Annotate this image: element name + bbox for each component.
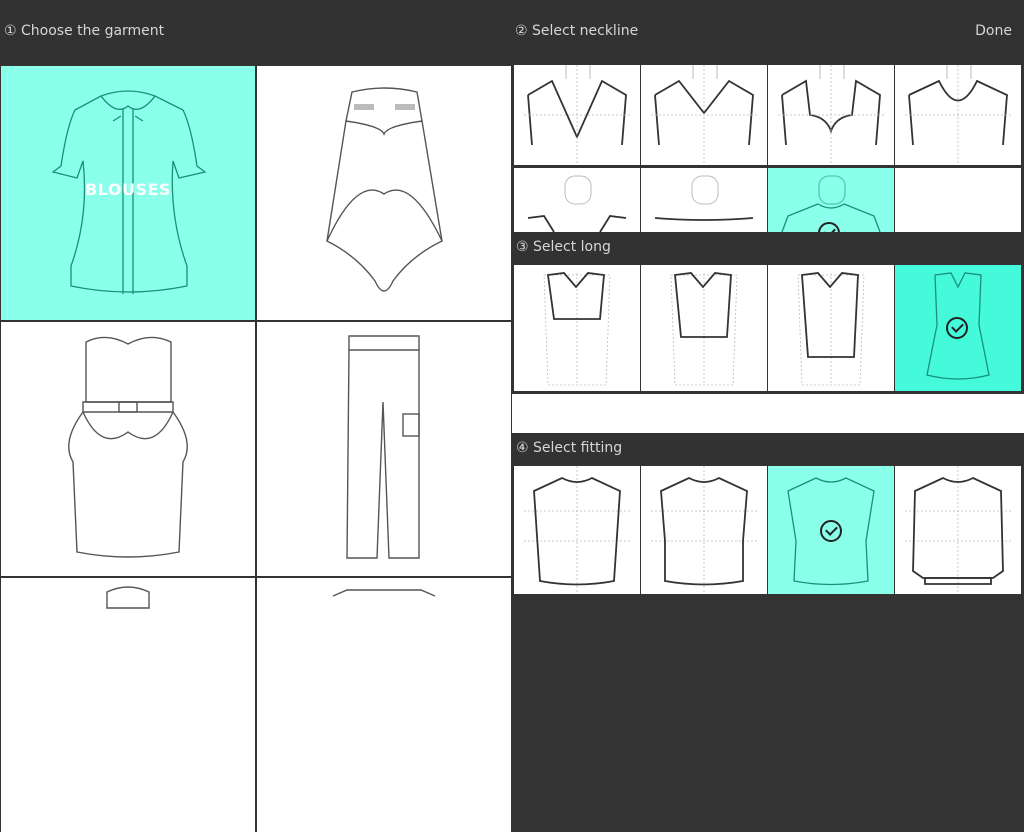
hip-length-icon	[797, 272, 865, 386]
fitting-grid	[512, 465, 1024, 600]
sweetheart-neckline-icon	[778, 65, 884, 165]
neckline-option-boat[interactable]	[641, 168, 767, 232]
neckline-option-boat-v[interactable]	[514, 168, 640, 232]
garment-blouses[interactable]: BLOUSES	[1, 66, 255, 320]
step-choose-garment-title: ① Choose the garment	[4, 23, 165, 39]
garment-dress[interactable]	[1, 322, 255, 576]
options-panel: ③ Select long ④ Select fitting	[512, 64, 1024, 600]
garment-6-icon	[332, 589, 436, 597]
boat-v-neckline-icon	[527, 175, 627, 232]
selected-check-icon	[946, 317, 968, 339]
garment-label: BLOUSES	[85, 180, 171, 199]
garment-skirt[interactable]	[257, 66, 511, 320]
long-grid	[512, 264, 1024, 394]
fitting-option-straight[interactable]	[514, 466, 640, 594]
neckline-option-round[interactable]	[895, 65, 1021, 165]
deep-v-neckline-icon	[524, 65, 630, 165]
long-option-waist[interactable]	[641, 265, 767, 391]
boat-neckline-icon	[654, 175, 754, 221]
straight-fit-icon	[524, 466, 630, 594]
waist-length-icon	[670, 272, 738, 386]
round-neckline-icon	[905, 65, 1011, 165]
garment-5-icon	[106, 586, 150, 609]
long-option-tunic[interactable]	[895, 265, 1021, 391]
pants-icon	[346, 335, 420, 559]
section-select-fitting-header: ④ Select fitting	[512, 433, 1024, 465]
neckline-option-deep-v[interactable]	[514, 65, 640, 165]
fitting-option-semi-fitted[interactable]	[641, 466, 767, 594]
semi-fitted-icon	[651, 466, 757, 594]
v-neck-neckline-icon	[651, 65, 757, 165]
garment-5[interactable]	[1, 578, 255, 832]
section-select-long-header: ③ Select long	[512, 232, 1024, 264]
neckline-grid	[512, 64, 1024, 232]
section-select-long-title: ③ Select long	[516, 239, 611, 255]
neckline-option-v-neck[interactable]	[641, 65, 767, 165]
neckline-option-sweetheart[interactable]	[768, 65, 894, 165]
dress-icon	[68, 336, 188, 558]
garment-6[interactable]	[257, 578, 511, 832]
long-option-hip[interactable]	[768, 265, 894, 391]
garment-grid: BLOUSES	[0, 64, 512, 832]
elastic-hem-icon	[905, 466, 1011, 594]
cropped-length-icon	[543, 272, 611, 386]
garment-pants[interactable]	[257, 322, 511, 576]
neckline-option-crew[interactable]	[768, 168, 894, 232]
fitting-option-fitted[interactable]	[768, 466, 894, 594]
selected-check-icon	[820, 520, 842, 542]
long-option-cropped[interactable]	[514, 265, 640, 391]
section-select-fitting-title: ④ Select fitting	[516, 440, 623, 456]
top-bar: ① Choose the garment ② Select neckline D…	[0, 0, 1024, 64]
step-select-neckline-title: ② Select neckline	[515, 23, 639, 39]
fitting-option-elastic-hem[interactable]	[895, 466, 1021, 594]
skirt-icon	[326, 87, 443, 292]
done-button[interactable]: Done	[975, 23, 1012, 39]
neckline-option-empty	[895, 168, 1021, 232]
